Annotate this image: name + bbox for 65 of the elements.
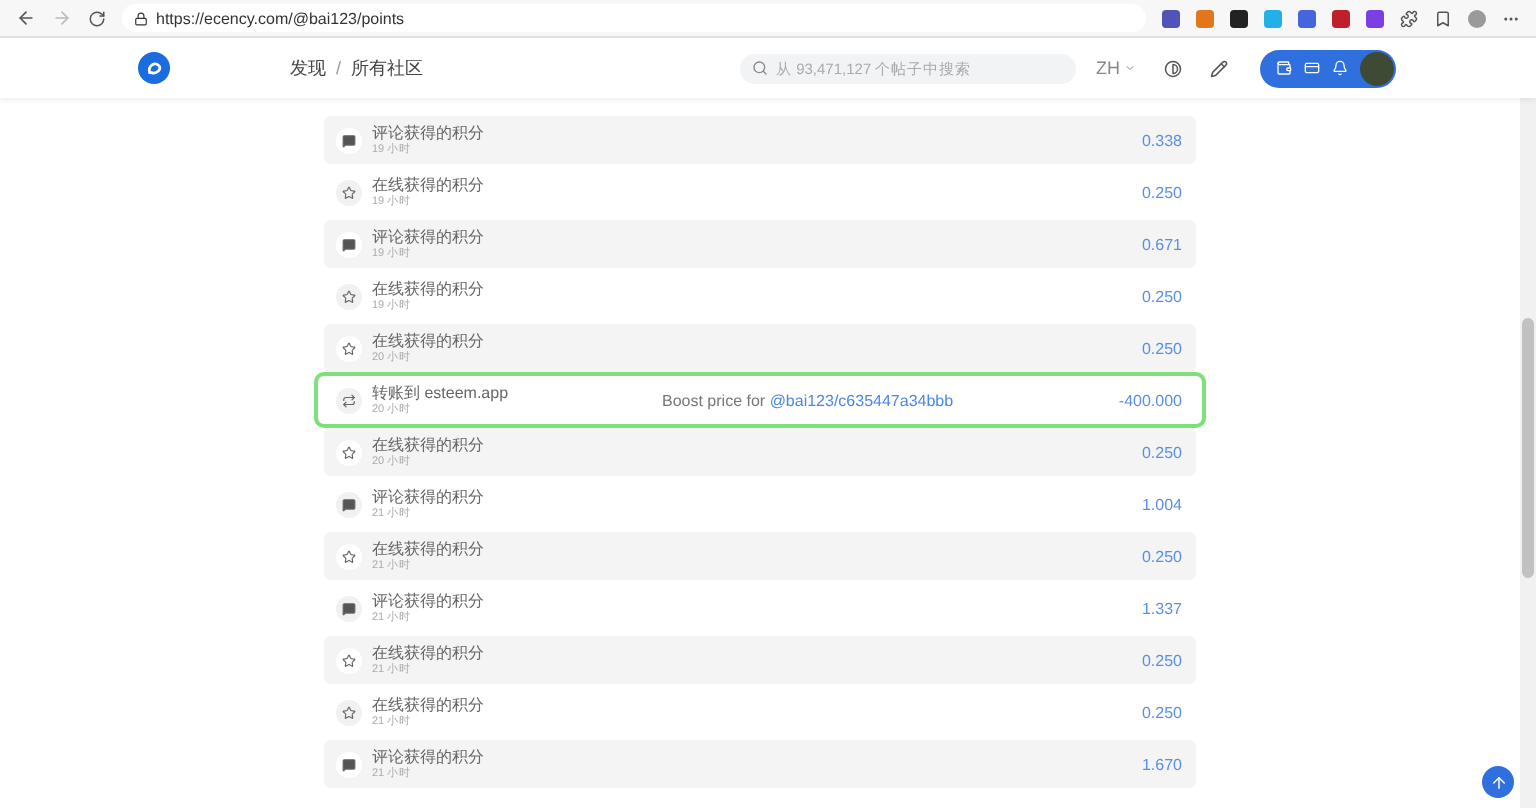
transaction-amount: 0.250 (1141, 703, 1182, 721)
reload-icon[interactable] (88, 9, 106, 27)
transaction-amount: 0.250 (1141, 651, 1182, 669)
transaction-amount: 0.250 (1141, 339, 1182, 357)
comment-icon (342, 133, 356, 147)
bookmark-icon[interactable] (1434, 9, 1452, 27)
star-icon (342, 705, 356, 719)
transaction-title: 评论获得的积分 (372, 123, 486, 141)
theme-button[interactable] (1164, 59, 1182, 77)
transaction-amount: 0.671 (1141, 235, 1182, 253)
transaction-amount: 0.250 (1141, 287, 1182, 305)
transaction-title: 评论获得的积分 (372, 227, 486, 245)
star-icon (342, 445, 356, 459)
transaction-memo: Boost price for @bai123/c635447a34bbb (662, 391, 954, 409)
transaction-amount: 1.670 (1141, 755, 1182, 773)
transaction-title: 评论获得的积分 (372, 747, 486, 765)
transaction-amount: 1.337 (1141, 599, 1182, 617)
transaction-amount: 0.250 (1141, 547, 1182, 565)
transaction-amount: 0.250 (1141, 183, 1182, 201)
transaction-amount: 0.338 (1141, 131, 1182, 149)
card-icon[interactable] (1304, 60, 1320, 76)
back-icon[interactable] (16, 8, 36, 28)
address-bar[interactable]: https://ecency.com/@bai123/points (122, 4, 1146, 32)
star-icon (342, 653, 356, 667)
scroll-top-button[interactable] (1482, 766, 1514, 798)
bell-icon[interactable] (1332, 60, 1348, 76)
scrollbar[interactable] (1520, 98, 1536, 808)
transaction-title: 在线获得的积分 (372, 643, 486, 661)
profile-icon[interactable] (1468, 9, 1486, 27)
breadcrumb-separator: / (336, 58, 342, 78)
transaction-title: 在线获得的积分 (372, 695, 486, 713)
user-menu[interactable] (1260, 49, 1396, 87)
transaction-title: 在线获得的积分 (372, 279, 486, 297)
comment-icon (342, 757, 356, 771)
puzzle-icon[interactable] (1400, 9, 1418, 27)
star-icon (342, 549, 356, 563)
transaction-amount: 1.004 (1141, 495, 1182, 513)
transaction-title: 在线获得的积分 (372, 331, 486, 349)
transfer-icon (342, 393, 356, 407)
search-icon (752, 60, 768, 76)
transaction-title: 在线获得的积分 (372, 175, 486, 193)
transaction-title: 转账到 esteem.app (372, 383, 511, 403)
star-icon (342, 185, 356, 199)
nav-link[interactable]: 发现 (290, 55, 326, 81)
transaction-title: 评论获得的积分 (372, 591, 486, 609)
wallet-icon[interactable] (1276, 60, 1292, 76)
lock-icon (134, 11, 148, 25)
transaction-amount: 0.250 (1141, 443, 1182, 461)
transaction-amount: -400.000 (1118, 391, 1182, 409)
star-icon (342, 289, 356, 303)
star-icon (342, 341, 356, 355)
edit-button[interactable] (1210, 59, 1228, 77)
transaction-title: 评论获得的积分 (372, 487, 486, 505)
transaction-title: 在线获得的积分 (372, 539, 486, 557)
comment-icon (342, 497, 356, 511)
nav-link[interactable]: 所有社区 (351, 55, 424, 81)
comment-icon (342, 601, 356, 615)
post-link[interactable]: @bai123/c635447a34bbb (769, 391, 954, 409)
logo-icon[interactable] (138, 52, 170, 84)
arrow-up-icon (1489, 773, 1507, 791)
avatar[interactable] (1360, 51, 1394, 85)
transaction-title: 在线获得的积分 (372, 435, 486, 453)
comment-icon (342, 237, 356, 251)
language-button[interactable]: ZH (1096, 58, 1136, 78)
caret-icon (1124, 62, 1136, 74)
